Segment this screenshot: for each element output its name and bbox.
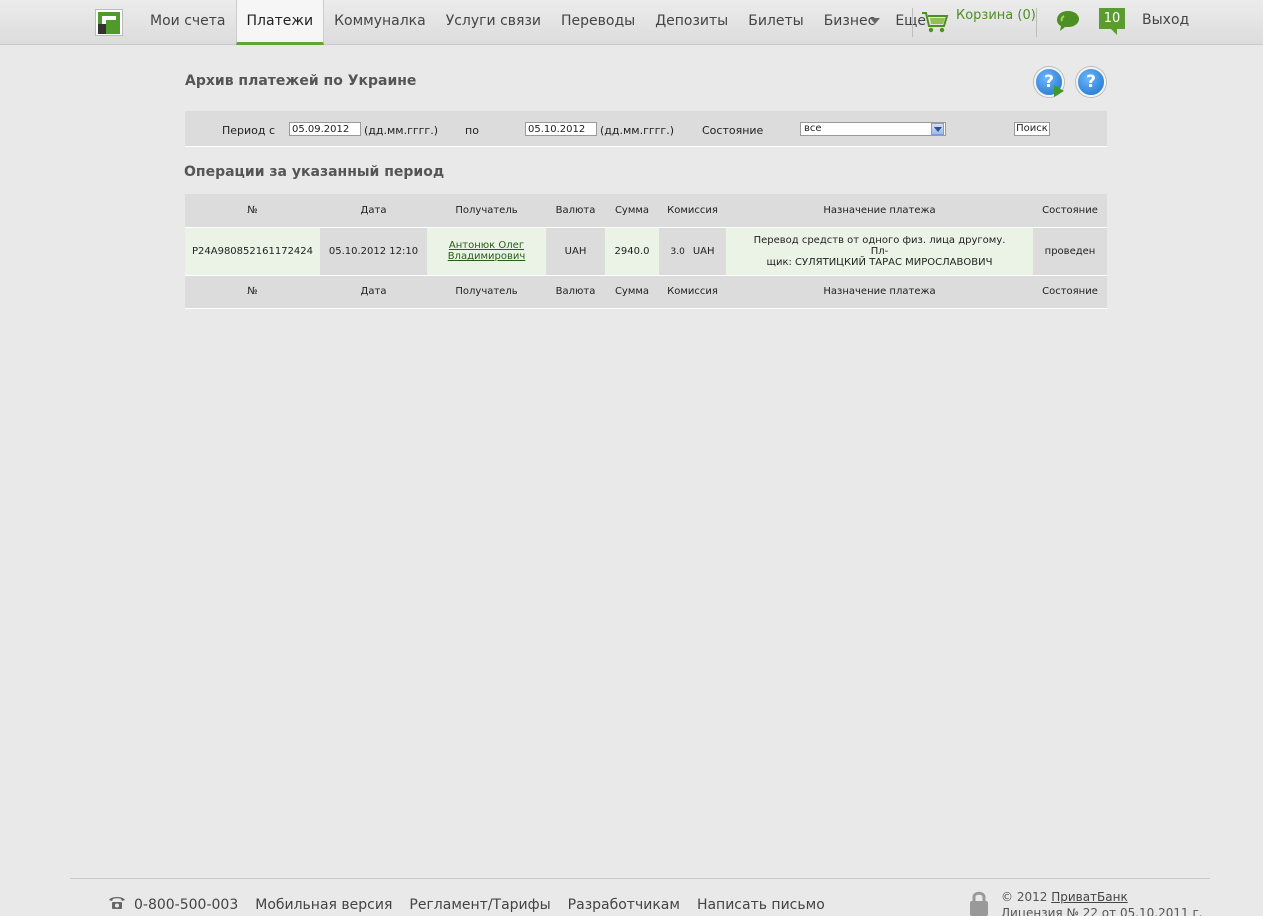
column-header-recipient: Получатель	[427, 194, 546, 228]
bank-link[interactable]: ПриватБанк	[1051, 890, 1128, 904]
copyright-prefix: © 2012	[1001, 890, 1048, 904]
cell-date: 05.10.2012 12:10	[320, 227, 427, 276]
lock-icon	[970, 891, 988, 916]
messages-badge[interactable]: 10	[1099, 8, 1125, 35]
column-footer-recipient: Получатель	[427, 275, 546, 309]
nav-item-utilities[interactable]: Коммуналка	[324, 0, 436, 45]
cell-state: проведен	[1033, 227, 1107, 276]
cell-amount: 2940.0	[605, 227, 659, 276]
column-footer-date: Дата	[320, 275, 427, 309]
cart-link[interactable]: Корзина (0)	[956, 8, 1036, 23]
license-text: Лицензия № 22 от 05.10.2011 г.	[1001, 906, 1203, 916]
divider	[912, 8, 913, 37]
column-header-commission: Комиссия	[659, 194, 726, 228]
column-footer-number: №	[185, 275, 320, 309]
recipient-link[interactable]: Антонюк Олег Владимирович	[448, 240, 526, 262]
purpose-line1: Перевод средств от одного физ. лица друг…	[753, 234, 1006, 257]
column-footer-purpose: Назначение платежа	[726, 275, 1033, 309]
column-footer-amount: Сумма	[605, 275, 659, 309]
filter-bar: Период с (дд.мм.гггг.) по (дд.мм.гггг.) …	[185, 111, 1107, 147]
chevron-down-icon[interactable]	[870, 18, 880, 24]
help-glyph: ?	[1086, 72, 1096, 92]
recipient-name-line2: Владимирович	[447, 251, 526, 262]
nav-item-deposits[interactable]: Депозиты	[645, 0, 738, 45]
help-icon[interactable]: ?	[1076, 67, 1106, 97]
recipient-name-line1: Антонюк Олег	[448, 240, 525, 251]
nav-item-payments[interactable]: Платежи	[235, 0, 325, 45]
phone-icon	[109, 897, 125, 909]
column-header-date: Дата	[320, 194, 427, 228]
play-icon	[1054, 85, 1064, 97]
cell-currency: UAH	[546, 227, 605, 276]
video-help-icon[interactable]: ?	[1034, 67, 1064, 97]
commission-currency: UAH	[692, 245, 715, 257]
date-format-hint: (дд.мм.гггг.)	[600, 124, 674, 137]
nav-item-my-accounts[interactable]: Мои счета	[140, 0, 236, 45]
top-nav-bar: Мои счета Платежи Коммуналка Услуги связ…	[0, 0, 1263, 45]
footer-link-mobile[interactable]: Мобильная версия	[255, 897, 392, 913]
help-video-glyph: ?	[1044, 72, 1054, 92]
footer-link-developers[interactable]: Разработчикам	[568, 897, 680, 913]
cell-recipient: Антонюк Олег Владимирович	[427, 227, 546, 276]
period-from-label: Период с	[222, 124, 276, 137]
table-header-row: № Дата Получатель Валюта Сумма Комиссия …	[185, 194, 1107, 228]
copyright: © 2012 ПриватБанк Лицензия № 22 от 05.10…	[1001, 889, 1203, 916]
section-title: Операции за указанный период	[184, 164, 445, 180]
date-from-input[interactable]	[289, 122, 361, 136]
column-footer-state: Состояние	[1033, 275, 1107, 309]
column-header-purpose: Назначение платежа	[726, 194, 1033, 228]
nav-item-telecom[interactable]: Услуги связи	[436, 0, 551, 45]
main-nav: Мои счета Платежи Коммуналка Услуги связ…	[140, 0, 936, 45]
footer-phone: 0-800-500-003	[134, 897, 239, 913]
divider	[1036, 8, 1037, 37]
date-to-input[interactable]	[525, 122, 597, 136]
column-header-amount: Сумма	[605, 194, 659, 228]
cell-purpose: Перевод средств от одного физ. лица друг…	[726, 227, 1033, 276]
footer-links: 0-800-500-003 Мобильная версия Регламент…	[134, 897, 842, 913]
nav-item-tickets[interactable]: Билеты	[738, 0, 813, 45]
column-header-number: №	[185, 194, 320, 228]
page-title: Архив платежей по Украине	[185, 73, 417, 89]
period-to-label: по	[465, 124, 479, 137]
operations-table: № Дата Получатель Валюта Сумма Комиссия …	[185, 194, 1107, 309]
column-header-currency: Валюта	[546, 194, 605, 228]
state-select[interactable]: все	[800, 122, 946, 136]
cell-commission: 3.0 UAH	[659, 227, 726, 276]
footer-link-write-letter[interactable]: Написать письмо	[697, 897, 825, 913]
table-row: P24A980852161172424 05.10.2012 12:10 Ант…	[185, 227, 1107, 276]
footer-link-tariffs[interactable]: Регламент/Тарифы	[409, 897, 550, 913]
footer-divider	[70, 878, 1210, 879]
commission-value: 3.0	[670, 246, 685, 257]
cart-icon[interactable]	[921, 10, 949, 34]
column-header-state: Состояние	[1033, 194, 1107, 228]
cell-number: P24A980852161172424	[185, 227, 320, 276]
column-footer-currency: Валюта	[546, 275, 605, 309]
dropdown-arrow-icon[interactable]	[931, 123, 944, 135]
privatbank-logo-icon[interactable]	[95, 9, 123, 36]
date-format-hint: (дд.мм.гггг.)	[364, 124, 438, 137]
search-button[interactable]: Поиск	[1014, 122, 1050, 136]
state-select-value: все	[804, 123, 822, 134]
purpose-line2: щик: СУЛЯТИЦКИЙ ТАРАС МИРОСЛАВОВИЧ	[766, 256, 993, 268]
chat-icon[interactable]	[1055, 9, 1081, 33]
nav-item-transfers[interactable]: Переводы	[551, 0, 645, 45]
logout-link[interactable]: Выход	[1142, 12, 1189, 28]
table-footer-row: № Дата Получатель Валюта Сумма Комиссия …	[185, 275, 1107, 309]
column-footer-commission: Комиссия	[659, 275, 726, 309]
state-label: Состояние	[702, 124, 764, 137]
